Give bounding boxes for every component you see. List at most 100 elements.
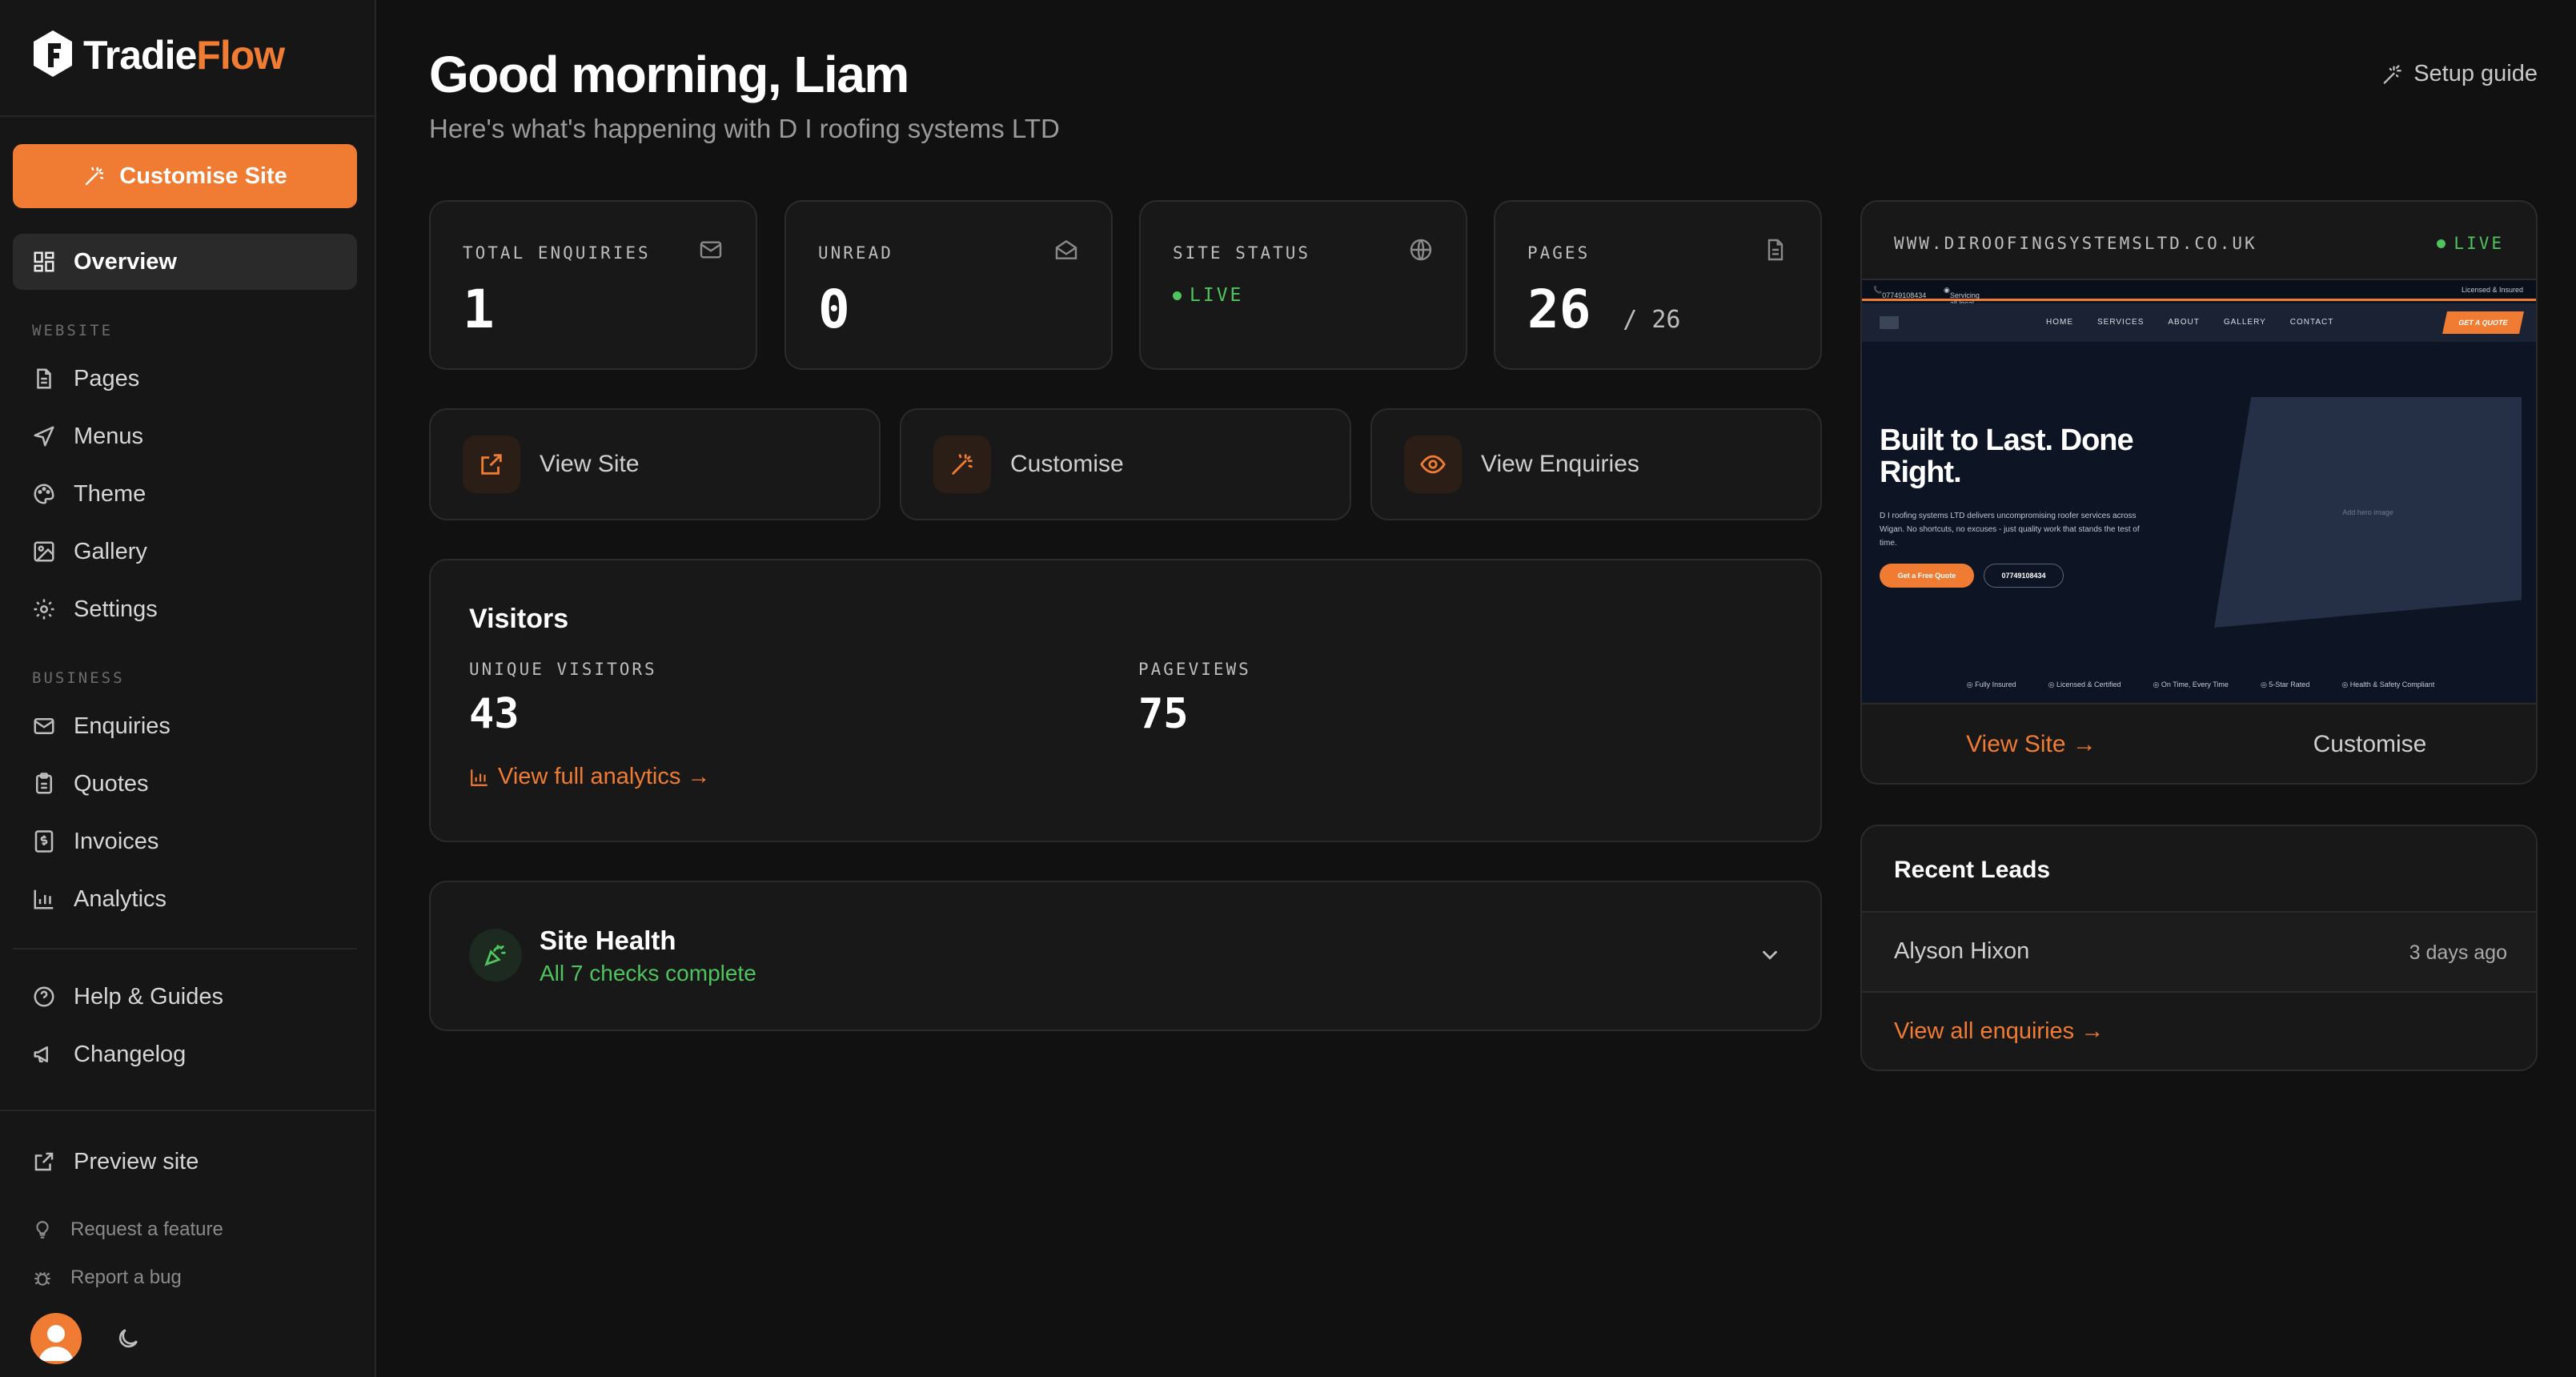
brand-name-part1: Tradie: [83, 33, 197, 78]
sidebar-item-settings[interactable]: Settings: [13, 581, 357, 637]
request-feature-link[interactable]: Request a feature: [32, 1218, 223, 1241]
sidebar-item-quotes[interactable]: Quotes: [13, 756, 357, 812]
preview-live-value: LIVE: [2454, 234, 2504, 253]
site-preview-thumbnail[interactable]: 📞 07749108434 ◉ Servicing all local area…: [1862, 279, 2536, 703]
sidebar-item-overview[interactable]: Overview: [13, 234, 357, 290]
action-icon-box: [1404, 436, 1462, 493]
site-status-value: LIVE: [1190, 285, 1244, 306]
preview-nav-links: HOME SERVICES ABOUT GALLERY CONTACT: [2046, 318, 2333, 327]
preview-trust-text: On Time, Every Time: [2161, 680, 2229, 688]
view-enquiries-action[interactable]: View Enquiries: [1370, 408, 1822, 520]
sidebar-item-label: Theme: [74, 480, 146, 507]
mail-open-icon: [1055, 239, 1077, 259]
setup-guide-label: Setup guide: [2413, 61, 2538, 86]
customise-action[interactable]: Customise: [900, 408, 1351, 520]
sidebar-item-changelog[interactable]: Changelog: [13, 1026, 357, 1082]
customise-site-button[interactable]: Customise Site: [13, 144, 357, 208]
sidebar-item-label: Analytics: [74, 885, 167, 912]
sidebar-item-label: Changelog: [74, 1041, 187, 1067]
view-full-analytics-link[interactable]: View full analytics →: [469, 764, 710, 790]
visitors-card: Visitors UNIQUE VISITORS 43 PAGEVIEWS 75…: [429, 559, 1822, 842]
sidebar-item-pages[interactable]: Pages: [13, 351, 357, 407]
preview-navbar: HOME SERVICES ABOUT GALLERY CONTACT GET …: [1862, 303, 2536, 342]
receipt-icon: [34, 830, 54, 853]
preview-trust-text: Fully Insured: [1975, 680, 2016, 688]
preview-nav-link: GALLERY: [2223, 318, 2266, 327]
action-icon-box: [463, 436, 520, 493]
sidebar-item-label: Help & Guides: [74, 983, 223, 1010]
site-url: WWW.DIROOFINGSYSTEMSLTD.CO.UK: [1894, 234, 2257, 253]
sidebar-item-label: Quotes: [74, 770, 149, 797]
recent-leads-title: Recent Leads: [1894, 857, 2051, 883]
lead-name: Alyson Hixon: [1894, 938, 2030, 964]
sidebar-item-enquiries[interactable]: Enquiries: [13, 698, 357, 754]
stat-card-total-enquiries: TOTAL ENQUIRIES 1: [429, 200, 757, 370]
chevron-down-icon[interactable]: [1758, 943, 1782, 967]
sidebar-divider: [0, 1110, 375, 1111]
customise-label: Customise: [1010, 451, 1124, 477]
preview-nav-link: ABOUT: [2168, 318, 2200, 327]
bar-chart-icon: [471, 769, 488, 786]
sidebar-item-help[interactable]: Help & Guides: [13, 969, 357, 1025]
preview-site-link[interactable]: Preview site: [13, 1134, 357, 1190]
sidebar-item-analytics[interactable]: Analytics: [13, 871, 357, 927]
site-health-title: Site Health: [540, 925, 676, 955]
pageviews-label: PAGEVIEWS: [1138, 660, 1251, 679]
preview-hero-image: Add hero image: [2214, 397, 2522, 628]
stat-label: PAGES: [1527, 243, 1591, 263]
preview-nav-link: SERVICES: [2097, 318, 2145, 327]
sidebar-item-theme[interactable]: Theme: [13, 466, 357, 522]
setup-guide-button[interactable]: Setup guide: [2380, 61, 2538, 87]
unique-visitors-label: UNIQUE VISITORS: [469, 660, 657, 679]
site-health-card[interactable]: Site Health All 7 checks complete: [429, 881, 1822, 1031]
sidebar-item-label: Menus: [74, 423, 144, 449]
stat-label: TOTAL ENQUIRIES: [463, 243, 651, 263]
preview-trust-text: Health & Safety Compliant: [2349, 680, 2435, 688]
view-site-action[interactable]: View Site: [429, 408, 881, 520]
site-status-badge: LIVE: [1173, 285, 1243, 306]
preview-topbar: 📞 07749108434 ◉ Servicing all local area…: [1862, 280, 2536, 315]
report-bug-link[interactable]: Report a bug: [32, 1267, 182, 1289]
section-label-business: BUSINESS: [32, 669, 125, 687]
preview-nav-link: HOME: [2046, 318, 2073, 327]
preview-trust-item: ◎ 5-Star Rated: [2260, 680, 2310, 688]
live-indicator-dot: [2437, 239, 2446, 248]
preview-live-badge: LIVE: [2437, 234, 2504, 253]
clipboard-icon: [36, 773, 52, 794]
stat-card-site-status: SITE STATUS LIVE: [1139, 200, 1467, 370]
preview-customise-link[interactable]: Customise: [2201, 705, 2536, 783]
preview-trust-item: ◎ Health & Safety Compliant: [2341, 680, 2435, 688]
moon-icon[interactable]: [115, 1326, 141, 1351]
health-icon-box: [469, 929, 522, 982]
sidebar-item-label: Enquiries: [74, 713, 171, 739]
user-avatar[interactable]: [30, 1313, 82, 1364]
magic-wand-icon: [952, 454, 973, 475]
brand-logo[interactable]: TradieFlow: [30, 29, 285, 82]
view-enquiries-label: View Enquiries: [1481, 451, 1639, 477]
view-all-enquiries-link[interactable]: View all enquiries →: [1894, 1018, 2104, 1045]
palette-icon: [34, 484, 54, 504]
request-feature-label: Request a feature: [70, 1218, 223, 1240]
sidebar-item-invoices[interactable]: Invoices: [13, 813, 357, 869]
preview-actions: View Site → Customise: [1862, 703, 2536, 783]
eye-icon: [1420, 455, 1446, 474]
unique-visitors-value: 43: [469, 690, 520, 738]
preview-phone-text: 07749108434: [1882, 291, 1927, 299]
bug-icon: [34, 1271, 50, 1286]
sidebar-item-label: Overview: [74, 248, 177, 275]
tradieflow-logo-icon: [34, 30, 72, 77]
sidebar-divider: [0, 115, 375, 117]
preview-view-site-link[interactable]: View Site →: [1862, 705, 2201, 783]
lead-time: 3 days ago: [2409, 941, 2507, 964]
sidebar-item-menus[interactable]: Menus: [13, 408, 357, 464]
preview-nav-link: CONTACT: [2289, 318, 2334, 327]
page-title: Good morning, Liam: [429, 46, 909, 103]
pageviews-value: 75: [1138, 690, 1189, 738]
navigation-icon: [34, 426, 54, 447]
sidebar-item-label: Pages: [74, 365, 140, 391]
pages-total: / 26: [1623, 306, 1681, 334]
site-preview-card: WWW.DIROOFINGSYSTEMSLTD.CO.UK LIVE 📞 077…: [1860, 200, 2538, 785]
sidebar-item-gallery[interactable]: Gallery: [13, 524, 357, 580]
preview-insured: Licensed & Insured: [2461, 286, 2523, 294]
list-item[interactable]: Alyson Hixon 3 days ago: [1862, 911, 2536, 993]
